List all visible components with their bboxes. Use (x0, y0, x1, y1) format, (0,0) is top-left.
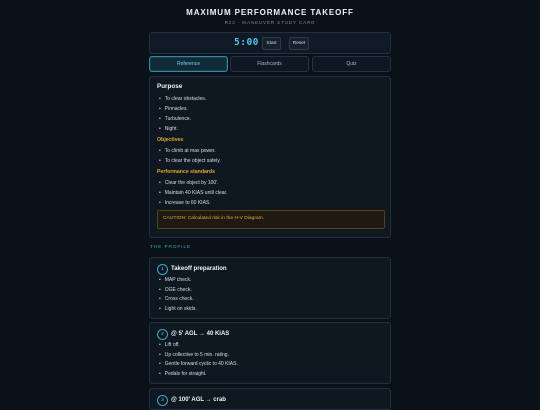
list-item: Night. (159, 126, 178, 132)
list-item: Light on skids. (159, 306, 197, 312)
reference-card: Purpose To clear obstacles. Pinnacles. T… (149, 76, 391, 238)
step-title: @ 5' AGL → 40 KIAS (171, 330, 230, 337)
tab-flashcards[interactable]: Flashcards (230, 56, 309, 72)
step-card-3: 3 @ 100' AGL → crab (149, 388, 391, 410)
tab-quiz[interactable]: Quiz (312, 56, 391, 72)
list-item: Maintain 40 KIAS until clear. (159, 190, 228, 196)
step-card-2: 2 @ 5' AGL → 40 KIAS Lift off. Up collec… (149, 322, 391, 384)
list-item: Clear the object by 100'. (159, 180, 219, 186)
step-title: Takeoff preparation (171, 265, 227, 272)
list-item: Lift off. (159, 342, 180, 348)
timer-reset-button[interactable]: Reset (289, 37, 309, 50)
list-item: Pinnacles. (159, 106, 188, 112)
list-item: Turbulence. (159, 116, 191, 122)
list-item: To clear the object safely. (159, 158, 221, 164)
list-item: OGE check. (159, 287, 192, 293)
step-number-badge: 3 (157, 395, 168, 406)
step-title: @ 100' AGL → crab (171, 396, 226, 403)
timer-bar: 5:00 Start Reset (149, 32, 391, 54)
step-number-badge: 1 (157, 264, 168, 275)
list-item: Pedals for straight. (159, 371, 207, 377)
list-item: MAP check. (159, 277, 192, 283)
profile-section-label: THE PROFILE (150, 244, 192, 249)
timer-display: 5:00 (234, 37, 259, 48)
list-item: Increase to 60 KIAS. (159, 200, 211, 206)
tab-reference[interactable]: Reference (149, 56, 228, 72)
step-card-1: 1 Takeoff preparation MAP check. OGE che… (149, 257, 391, 319)
purpose-heading: Purpose (157, 83, 183, 90)
step-number-badge: 2 (157, 329, 168, 340)
list-item: Cross check. (159, 296, 194, 302)
caution-text: CAUTION: Calculated risk in the H-V Diag… (163, 216, 265, 221)
list-item: To clear obstacles. (159, 96, 206, 102)
caution-box: CAUTION: Calculated risk in the H-V Diag… (157, 210, 385, 229)
page-subtitle: R22 · MANEUVER STUDY CARD (224, 20, 316, 25)
standards-heading: Performance standards (157, 169, 215, 175)
timer-start-button[interactable]: Start (262, 37, 281, 50)
list-item: Up collective to 5 min. rating. (159, 352, 229, 358)
list-item: To climb at max power. (159, 148, 216, 154)
page-title: MAXIMUM PERFORMANCE TAKEOFF (186, 8, 354, 17)
objectives-heading: Objectives (157, 137, 184, 143)
list-item: Gentle forward cyclic to 40 KIAS. (159, 361, 238, 367)
